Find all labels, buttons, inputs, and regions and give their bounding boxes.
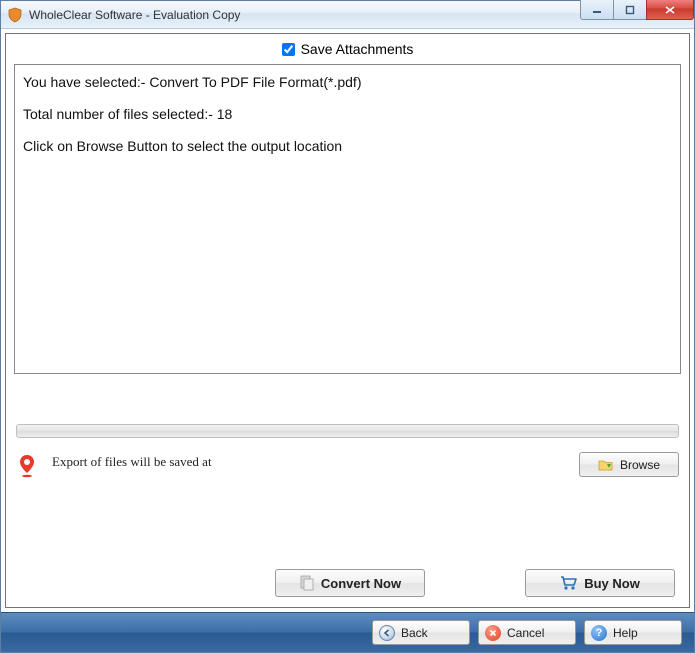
cancel-button[interactable]: Cancel bbox=[478, 620, 576, 645]
help-icon: ? bbox=[591, 625, 607, 641]
maximize-icon bbox=[625, 5, 635, 15]
window-controls bbox=[581, 0, 694, 20]
export-row: Export of files will be saved at Browse bbox=[16, 452, 679, 478]
browse-label: Browse bbox=[620, 458, 660, 472]
footer-bar: Back Cancel ? Help bbox=[1, 612, 694, 652]
help-label: Help bbox=[613, 626, 638, 640]
info-line-2: Total number of files selected:- 18 bbox=[23, 105, 672, 123]
export-path-label: Export of files will be saved at bbox=[52, 452, 565, 470]
folder-icon bbox=[598, 458, 614, 472]
help-button[interactable]: ? Help bbox=[584, 620, 682, 645]
convert-icon bbox=[299, 575, 315, 591]
minimize-button[interactable] bbox=[580, 0, 614, 20]
info-line-3: Click on Browse Button to select the out… bbox=[23, 137, 672, 155]
action-row: Convert Now Buy Now bbox=[6, 561, 689, 607]
back-label: Back bbox=[401, 626, 428, 640]
titlebar[interactable]: WholeClear Software - Evaluation Copy bbox=[1, 1, 694, 29]
close-icon bbox=[664, 5, 676, 15]
buy-now-button[interactable]: Buy Now bbox=[525, 569, 675, 597]
minimize-icon bbox=[592, 5, 602, 15]
progress-bar bbox=[16, 424, 679, 438]
location-pin-icon bbox=[16, 452, 38, 478]
buy-now-label: Buy Now bbox=[584, 576, 640, 591]
cancel-icon bbox=[485, 625, 501, 641]
info-line-1: You have selected:- Convert To PDF File … bbox=[23, 73, 672, 91]
close-button[interactable] bbox=[646, 0, 694, 20]
convert-now-label: Convert Now bbox=[321, 576, 401, 591]
app-icon bbox=[7, 7, 23, 23]
save-attachments-row: Save Attachments bbox=[6, 34, 689, 64]
convert-now-button[interactable]: Convert Now bbox=[275, 569, 425, 597]
window-title: WholeClear Software - Evaluation Copy bbox=[29, 8, 240, 22]
back-button[interactable]: Back bbox=[372, 620, 470, 645]
app-window: WholeClear Software - Evaluation Copy Sa… bbox=[0, 0, 695, 653]
back-icon bbox=[379, 625, 395, 641]
info-textbox[interactable]: You have selected:- Convert To PDF File … bbox=[14, 64, 681, 374]
cancel-label: Cancel bbox=[507, 626, 544, 640]
save-attachments-label: Save Attachments bbox=[301, 41, 414, 57]
maximize-button[interactable] bbox=[613, 0, 647, 20]
cart-icon bbox=[560, 575, 578, 591]
browse-button[interactable]: Browse bbox=[579, 452, 679, 477]
save-attachments-checkbox[interactable] bbox=[282, 43, 295, 56]
spacer bbox=[6, 374, 689, 424]
content-frame: Save Attachments You have selected:- Con… bbox=[5, 33, 690, 608]
